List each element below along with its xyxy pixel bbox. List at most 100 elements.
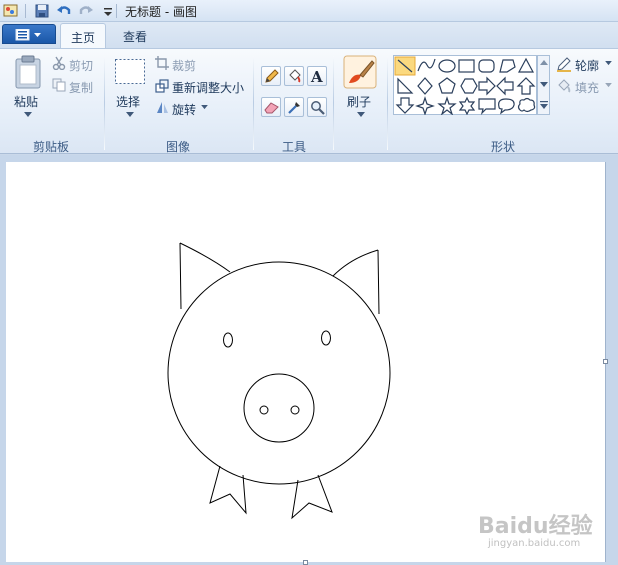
save-icon[interactable]: [34, 3, 50, 19]
fill-bucket-icon: [289, 69, 301, 83]
outline-icon[interactable]: [556, 56, 572, 72]
svg-text:A: A: [310, 68, 323, 84]
image-group-label: 图像: [166, 140, 191, 154]
polygon-shape-icon: [499, 59, 516, 73]
undo-icon[interactable]: [56, 3, 72, 19]
pig-right-eye: [321, 330, 331, 346]
select-icon[interactable]: [114, 58, 146, 86]
shapes-group-label: 形状: [491, 140, 516, 154]
window-title: 无标题 - 画图: [125, 5, 197, 19]
four-point-star-shape-icon: [415, 96, 435, 115]
outline-label[interactable]: 轮廓: [575, 57, 599, 74]
resize-icon[interactable]: [155, 79, 169, 93]
diamond-shape-icon: [417, 77, 433, 95]
pencil-tool[interactable]: [261, 66, 281, 86]
down-arrow-shape-icon: [395, 97, 415, 114]
redo-icon[interactable]: [78, 3, 94, 19]
group-separator: [333, 56, 334, 150]
eraser-tool[interactable]: [261, 97, 281, 117]
cut-icon[interactable]: [52, 56, 66, 70]
watermark-url: jingyan.baidu.com: [488, 538, 581, 549]
brush-icon[interactable]: [343, 55, 377, 89]
pig-left-nostril: [259, 405, 269, 415]
resize-label[interactable]: 重新调整大小: [172, 79, 244, 96]
qa-separator: [25, 4, 26, 18]
crop-icon[interactable]: [155, 56, 169, 70]
qa-separator: [116, 4, 117, 18]
paste-icon[interactable]: [14, 55, 42, 89]
oval-shape-icon: [438, 59, 456, 73]
left-arrow-shape-icon: [496, 76, 514, 96]
fill-dropdown-icon[interactable]: [605, 83, 612, 88]
pig-right-ear: [332, 249, 380, 315]
shapes-expand-icon[interactable]: [540, 100, 548, 110]
pig-left-eye: [223, 332, 233, 348]
shapes-gallery-grid: [394, 56, 536, 115]
rotate-label[interactable]: 旋转: [172, 101, 196, 118]
title-bar: 无标题 - 画图: [0, 0, 618, 22]
triangle-shape-icon: [517, 57, 535, 73]
group-separator: [387, 56, 388, 150]
outline-dropdown-icon[interactable]: [605, 61, 612, 66]
scroll-up-icon[interactable]: [540, 60, 548, 66]
pig-left-ear: [179, 242, 231, 310]
crop-label[interactable]: 裁剪: [172, 57, 196, 74]
right-triangle-shape-icon: [397, 77, 414, 94]
pig-left-leg: [209, 465, 247, 515]
rotate-icon[interactable]: [155, 101, 169, 115]
watermark-logo: Baidu经验: [478, 514, 593, 539]
six-point-star-shape-icon: [458, 96, 476, 115]
paste-label[interactable]: 粘贴: [14, 93, 38, 110]
clipboard-group-label: 剪贴板: [33, 140, 70, 154]
eraser-icon: [264, 102, 279, 114]
brushes-label[interactable]: 刷子: [347, 93, 371, 110]
magnifier-tool[interactable]: [307, 97, 327, 117]
tools-group-label: 工具: [282, 140, 307, 154]
tab-view[interactable]: 查看: [113, 23, 157, 48]
pentagon-shape-icon: [438, 77, 456, 94]
hexagon-shape-icon: [460, 78, 478, 94]
fill-label[interactable]: 填充: [575, 79, 599, 96]
copy-icon[interactable]: [52, 78, 66, 92]
tab-home[interactable]: 主页: [60, 23, 107, 48]
pig-right-leg: [291, 474, 333, 520]
fill-tool[interactable]: [284, 66, 304, 86]
pig-head: [167, 261, 391, 485]
right-arrow-shape-icon: [478, 76, 496, 96]
cloud-callout-shape-icon: [517, 97, 536, 113]
paint-menu-button[interactable]: [2, 24, 56, 44]
up-arrow-shape-icon: [516, 77, 536, 95]
menu-icon: [15, 29, 41, 41]
pig-snout: [243, 373, 315, 443]
five-point-star-shape-icon: [437, 96, 457, 115]
rectangle-shape-icon: [458, 59, 475, 73]
group-separator: [104, 56, 105, 150]
select-label[interactable]: 选择: [116, 93, 140, 110]
scroll-down-icon[interactable]: [540, 82, 548, 88]
rotate-dropdown-icon[interactable]: [201, 105, 208, 110]
text-icon: A: [310, 68, 323, 84]
curve-shape-icon: [417, 58, 436, 72]
resize-handle-right[interactable]: [603, 359, 608, 364]
paste-dropdown-icon[interactable]: [24, 112, 32, 118]
text-tool[interactable]: A: [307, 66, 327, 86]
pencil-icon: [265, 69, 279, 83]
pig-right-nostril: [290, 405, 300, 415]
color-picker-tool[interactable]: [284, 97, 304, 117]
cut-label[interactable]: 剪切: [69, 57, 93, 74]
resize-handle-bottom[interactable]: [303, 560, 308, 565]
eyedropper-icon: [288, 102, 300, 114]
fill-icon[interactable]: [556, 78, 572, 94]
shapes-scroll[interactable]: [537, 55, 550, 115]
magnifier-icon: [311, 101, 325, 115]
customize-qa-icon[interactable]: [100, 3, 116, 19]
paint-app-icon[interactable]: [3, 3, 19, 19]
pig-drawing: [167, 242, 391, 520]
oval-callout-shape-icon: [498, 98, 515, 115]
group-separator: [253, 56, 254, 150]
rounded-rectangle-shape-icon: [478, 59, 495, 73]
select-dropdown-icon[interactable]: [126, 112, 134, 118]
copy-label[interactable]: 复制: [69, 79, 93, 96]
brushes-dropdown-icon[interactable]: [357, 112, 365, 118]
rect-callout-shape-icon: [478, 98, 496, 115]
